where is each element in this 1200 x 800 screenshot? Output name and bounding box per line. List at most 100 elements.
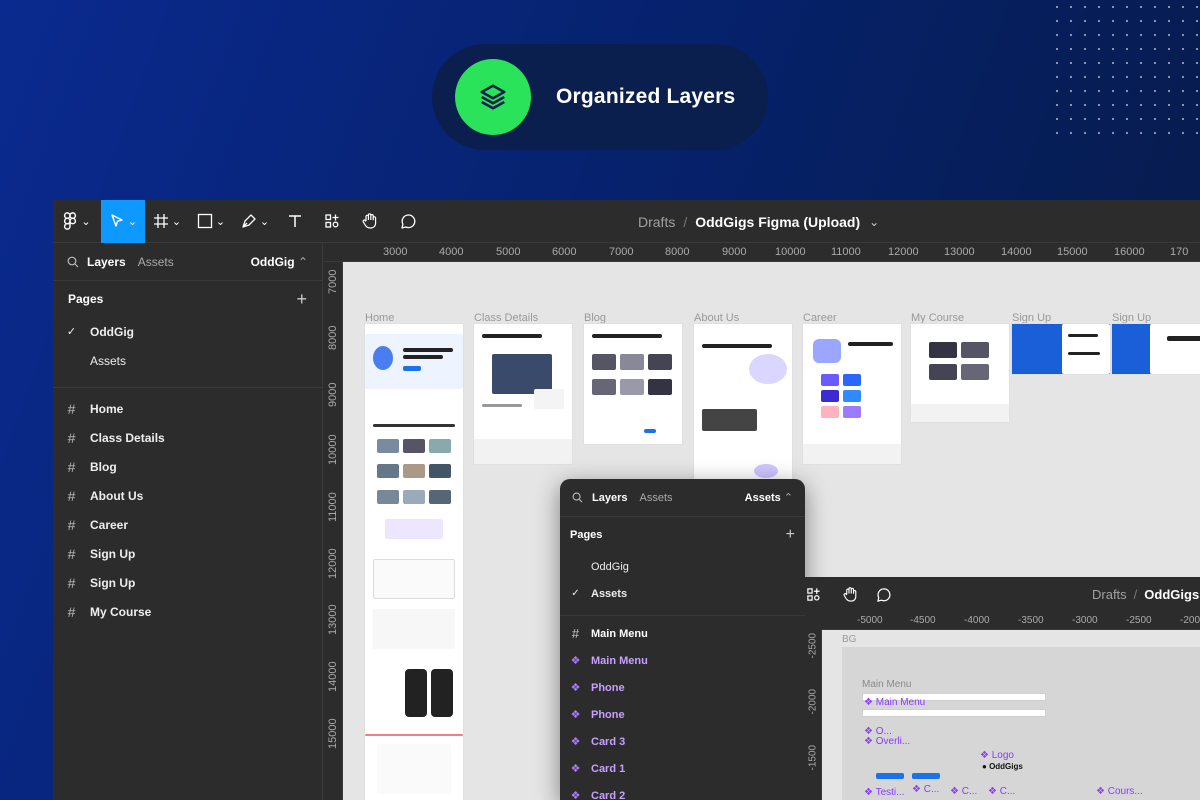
tab-assets[interactable]: Assets bbox=[639, 492, 672, 504]
component-label[interactable]: ❖ C... bbox=[988, 786, 1015, 797]
page-selector[interactable]: OddGig ⌃ bbox=[251, 255, 308, 269]
ruler-tick: 13000 bbox=[327, 604, 339, 635]
breadcrumb-separator: / bbox=[683, 213, 688, 230]
floating-layers-panel: Layers Assets Assets ⌃ Pages + OddGig ✓ … bbox=[560, 479, 805, 800]
component-label[interactable]: ❖ Main Menu bbox=[864, 697, 925, 708]
ruler-tick: -4500 bbox=[910, 615, 936, 626]
tab-layers[interactable]: Layers bbox=[592, 492, 627, 504]
frame-label[interactable]: Main Menu bbox=[862, 679, 911, 690]
layer-item[interactable]: # My Course bbox=[53, 597, 322, 626]
component-label[interactable]: ❖ C... bbox=[950, 786, 977, 797]
divider bbox=[560, 615, 805, 616]
frame-tool-button[interactable]: ⌄ bbox=[145, 200, 189, 243]
layer-label: Phone bbox=[591, 681, 625, 694]
layer-item-component[interactable]: ❖ Phone bbox=[560, 674, 805, 701]
comment-tool-button[interactable] bbox=[389, 200, 427, 243]
figma-menu-button[interactable]: ⌄ bbox=[53, 200, 101, 243]
page-item-assets[interactable]: Assets bbox=[53, 346, 322, 375]
component-label[interactable]: ❖ C... bbox=[912, 784, 939, 795]
layer-item-main-menu-frame[interactable]: # Main Menu bbox=[560, 620, 805, 647]
breadcrumb-parent[interactable]: Drafts bbox=[638, 214, 675, 230]
frame-bg[interactable]: Main Menu ❖ Main Menu ❖ O... ❖ Overli...… bbox=[842, 647, 1200, 800]
move-tool-button[interactable]: ⌄ bbox=[101, 200, 145, 243]
page-item-assets[interactable]: ✓ Assets bbox=[560, 580, 805, 607]
frame-class-details[interactable] bbox=[474, 324, 572, 464]
component-label[interactable]: ❖ Overli... bbox=[864, 736, 910, 747]
resources-tool-button[interactable] bbox=[805, 577, 821, 612]
ruler-tick: 15000 bbox=[327, 718, 339, 749]
page-selector[interactable]: Assets ⌃ bbox=[745, 491, 793, 504]
layer-item-component[interactable]: ❖ Main Menu bbox=[560, 647, 805, 674]
frame-label[interactable]: Class Details bbox=[474, 312, 538, 324]
layer-item[interactable]: # Class Details bbox=[53, 423, 322, 452]
component-icon: ❖ bbox=[570, 682, 581, 694]
layer-label: Phone bbox=[591, 708, 625, 721]
hand-tool-button[interactable] bbox=[833, 577, 867, 612]
pages-title: Pages bbox=[68, 292, 104, 306]
file-name[interactable]: OddGigs Figma (Upload) bbox=[695, 214, 860, 230]
page-item-oddgig[interactable]: OddGig bbox=[560, 553, 805, 580]
ruler-tick: -3000 bbox=[1072, 615, 1098, 626]
component-label[interactable]: ❖ Logo bbox=[980, 750, 1014, 761]
vertical-ruler: -2500 -2000 -1500 bbox=[805, 630, 822, 800]
layer-item-component[interactable]: ❖ Phone bbox=[560, 701, 805, 728]
frame-sign-up-2[interactable] bbox=[1112, 324, 1200, 374]
search-icon[interactable] bbox=[67, 256, 79, 268]
layer-label: About Us bbox=[90, 488, 144, 503]
add-page-icon[interactable]: + bbox=[296, 289, 307, 310]
chevron-down-icon[interactable]: ⌄ bbox=[869, 215, 879, 229]
chevron-down-icon: ⌄ bbox=[81, 215, 91, 228]
hand-icon bbox=[362, 213, 377, 229]
tab-assets[interactable]: Assets bbox=[138, 255, 174, 269]
add-page-icon[interactable]: + bbox=[786, 526, 795, 544]
component-label[interactable]: ❖ Cours... bbox=[1096, 786, 1143, 797]
frame-icon: # bbox=[67, 603, 76, 620]
frame-blog[interactable] bbox=[584, 324, 682, 444]
ruler-tick: -2500 bbox=[1126, 615, 1152, 626]
tab-layers[interactable]: Layers bbox=[87, 255, 126, 269]
frame-icon: # bbox=[67, 458, 76, 475]
layer-item[interactable]: # Home bbox=[53, 394, 322, 423]
search-icon[interactable] bbox=[572, 492, 583, 503]
page-label: OddGig bbox=[90, 324, 134, 339]
file-name[interactable]: OddGigs F bbox=[1144, 587, 1200, 602]
frame-label[interactable]: Blog bbox=[584, 312, 606, 324]
layer-item-component[interactable]: ❖ Card 2 bbox=[560, 782, 805, 800]
frame-label[interactable]: About Us bbox=[694, 312, 739, 324]
frame-home[interactable] bbox=[365, 324, 463, 800]
chevron-down-icon: ⌄ bbox=[259, 215, 270, 228]
text-tool-button[interactable] bbox=[277, 200, 313, 243]
frame-label[interactable]: Sign Up bbox=[1112, 312, 1151, 324]
layer-label: Home bbox=[90, 401, 124, 416]
frame-about-us[interactable] bbox=[694, 324, 792, 484]
frame-label[interactable]: BG bbox=[842, 634, 856, 645]
frame-label[interactable]: My Course bbox=[911, 312, 964, 324]
layer-item[interactable]: # About Us bbox=[53, 481, 322, 510]
design-canvas[interactable]: BG Main Menu ❖ Main Menu ❖ O... ❖ Overli… bbox=[822, 630, 1200, 800]
layer-item[interactable]: # Sign Up bbox=[53, 568, 322, 597]
frame-label[interactable]: Home bbox=[365, 312, 394, 324]
shape-tool-button[interactable]: ⌄ bbox=[189, 200, 233, 243]
ruler-tick: 8000 bbox=[327, 325, 339, 350]
layer-item[interactable]: # Career bbox=[53, 510, 322, 539]
layer-item-component[interactable]: ❖ Card 3 bbox=[560, 728, 805, 755]
page-item-oddgig[interactable]: ✓ OddGig bbox=[53, 317, 322, 346]
frame-label[interactable]: Sign Up bbox=[1012, 312, 1051, 324]
frame-sign-up-1[interactable] bbox=[1012, 324, 1110, 374]
resources-icon bbox=[325, 214, 339, 228]
frame-career[interactable] bbox=[803, 324, 901, 464]
pen-tool-button[interactable]: ⌄ bbox=[233, 200, 277, 243]
frame-label[interactable]: Career bbox=[803, 312, 837, 324]
frame-my-course[interactable] bbox=[911, 324, 1009, 422]
second-figma-window: Drafts / OddGigs F -5000 -4500 -4000 -35… bbox=[805, 577, 1200, 800]
layer-item[interactable]: # Sign Up bbox=[53, 539, 322, 568]
hand-tool-button[interactable] bbox=[351, 200, 389, 243]
comment-tool-button[interactable] bbox=[867, 577, 901, 612]
layer-item[interactable]: # Blog bbox=[53, 452, 322, 481]
layer-item-component[interactable]: ❖ Card 1 bbox=[560, 755, 805, 782]
breadcrumb-parent[interactable]: Drafts bbox=[1092, 587, 1127, 602]
component-label[interactable]: ❖ Testi... bbox=[864, 787, 904, 798]
ruler-tick: 6000 bbox=[552, 246, 577, 258]
component-icon: ❖ bbox=[570, 790, 581, 800]
resources-tool-button[interactable] bbox=[313, 200, 351, 243]
